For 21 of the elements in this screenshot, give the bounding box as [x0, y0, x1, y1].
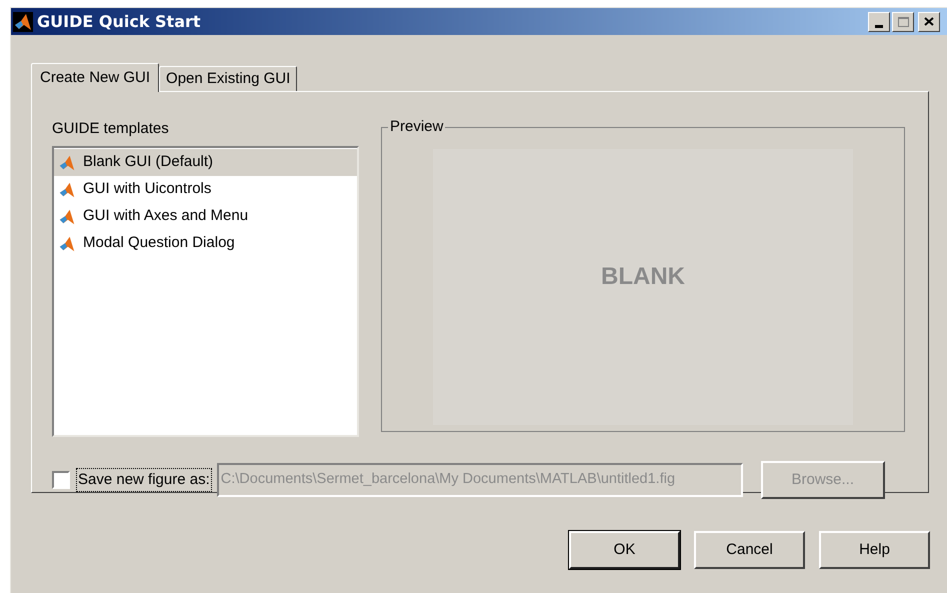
matlab-logo-icon: [58, 234, 76, 252]
templates-label: GUIDE templates: [52, 119, 170, 139]
template-item[interactable]: Blank GUI (Default): [54, 149, 357, 176]
minimize-icon: [875, 24, 883, 28]
maximize-icon: [898, 16, 908, 26]
ok-button[interactable]: OK: [569, 531, 680, 569]
tab[interactable]: Create New GUI: [31, 63, 160, 92]
app-logo-icon: [13, 12, 33, 32]
window-title: GUIDE Quick Start: [37, 10, 201, 32]
maximize-button[interactable]: [892, 12, 914, 32]
templates-list[interactable]: Blank GUI (Default) GUI with Uicontrols GUI with Axes and Menu Modal Question Dialog: [52, 146, 359, 437]
close-icon: [924, 17, 934, 26]
tab[interactable]: Open Existing GUI: [159, 66, 298, 91]
preview-text: BLANK: [601, 262, 685, 292]
minimize-button[interactable]: [868, 12, 890, 32]
matlab-logo-icon: [58, 208, 76, 226]
help-button[interactable]: Help: [819, 531, 930, 569]
matlab-logo-icon: [58, 180, 76, 198]
close-button[interactable]: [918, 12, 940, 32]
cancel-button[interactable]: Cancel: [694, 531, 805, 569]
matlab-logo-icon: [58, 154, 76, 172]
